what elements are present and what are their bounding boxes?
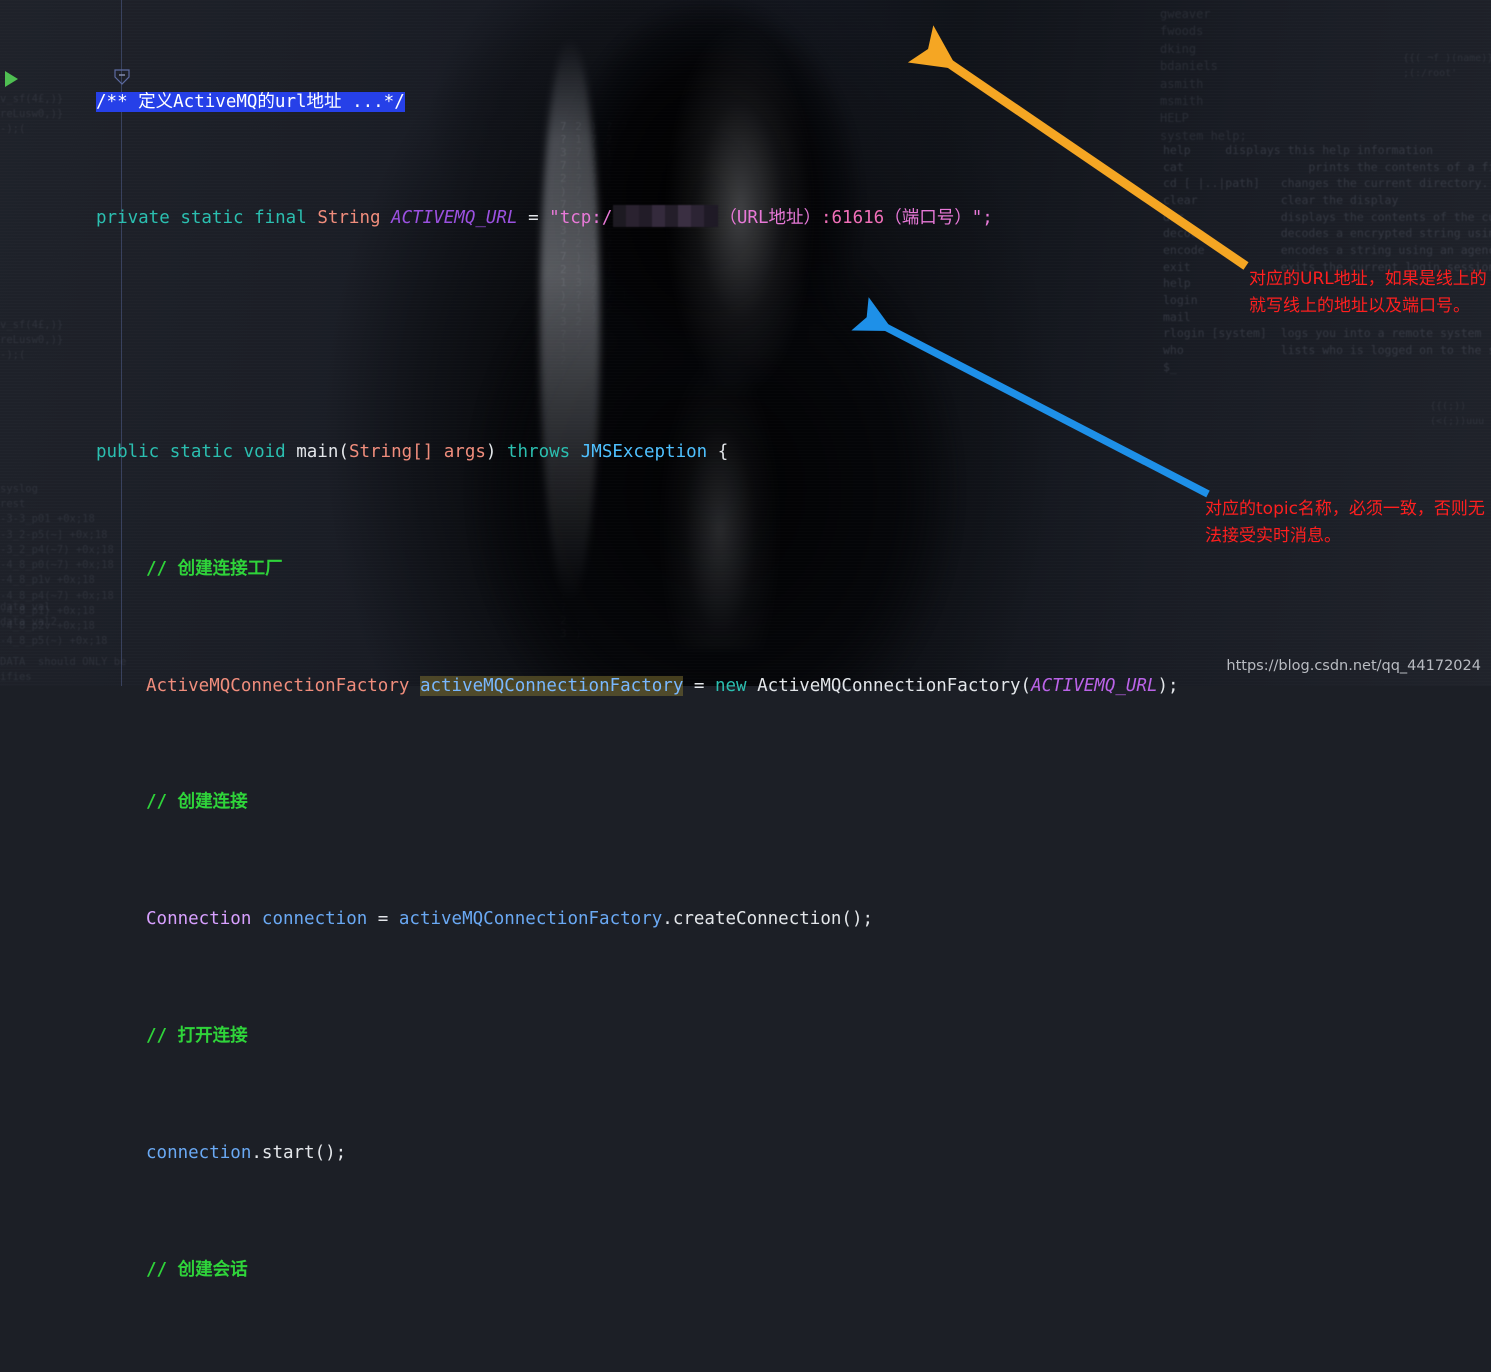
- type-connection: Connection: [146, 909, 252, 930]
- watermark-url: https://blog.csdn.net/qq_44172024: [1226, 658, 1481, 674]
- method-start: start(): [261, 1142, 336, 1163]
- url-label: （URL地址）: [719, 208, 821, 229]
- kw-public: public: [96, 442, 160, 462]
- comment-create-session: // 创建会话: [146, 1259, 248, 1280]
- kw-static-2: static: [169, 442, 233, 462]
- redacted-url-mosaic: [613, 205, 719, 228]
- op-assign: =: [528, 208, 539, 229]
- code-line[interactable]: /** 定义ActiveMQ的url地址 ...*/: [0, 88, 1491, 117]
- code-line[interactable]: // 创建会话: [0, 1256, 1491, 1285]
- type-string: String: [317, 208, 381, 229]
- ref-amqcf: activeMQConnectionFactory: [398, 909, 663, 930]
- const-activemq-url: ACTIVEMQ_URL: [391, 208, 518, 229]
- method-create-connection: createConnection(): [672, 909, 863, 930]
- var-connection: connection: [261, 909, 368, 930]
- method-main: main: [296, 442, 339, 462]
- url-port: :61616: [820, 208, 885, 229]
- comment-create-factory: // 创建连接工厂: [146, 558, 283, 579]
- url-string-prefix: "tcp:/: [549, 208, 613, 229]
- code-editor[interactable]: /** 定义ActiveMQ的url地址 ...*/ private stati…: [0, 0, 1491, 1280]
- kw-final: final: [254, 208, 307, 229]
- kw-throws: throws: [506, 442, 571, 462]
- exception-jms: JMSException: [580, 442, 708, 462]
- code-line[interactable]: // 创建连接工厂: [0, 555, 1491, 584]
- code-line[interactable]: connection.start();: [0, 1139, 1491, 1168]
- comment-create-connection: // 创建连接: [146, 792, 248, 813]
- comment-open-connection: // 打开连接: [146, 1025, 248, 1046]
- param-string-args: String[] args: [348, 442, 486, 462]
- code-line[interactable]: // 创建连接: [0, 788, 1491, 817]
- code-block[interactable]: /** 定义ActiveMQ的url地址 ...*/ private stati…: [0, 0, 1491, 1372]
- code-line[interactable]: private static final String ACTIVEMQ_URL…: [0, 204, 1491, 233]
- doc-comment: /** 定义ActiveMQ的url地址 ...*/: [96, 91, 405, 112]
- code-line[interactable]: Connection connection = activeMQConnecti…: [0, 905, 1491, 934]
- code-line[interactable]: ActiveMQConnectionFactory activeMQConnec…: [0, 672, 1491, 701]
- ref-connection: connection: [146, 1142, 252, 1163]
- kw-void: void: [243, 442, 286, 462]
- kw-private: private: [96, 208, 170, 229]
- url-port-label: （端口号）: [884, 208, 972, 229]
- url-string-suffix: ";: [971, 208, 993, 229]
- code-line[interactable]: // 打开连接: [0, 1022, 1491, 1051]
- kw-static: static: [180, 208, 244, 229]
- code-line[interactable]: public static void main(String[] args) t…: [0, 438, 1491, 467]
